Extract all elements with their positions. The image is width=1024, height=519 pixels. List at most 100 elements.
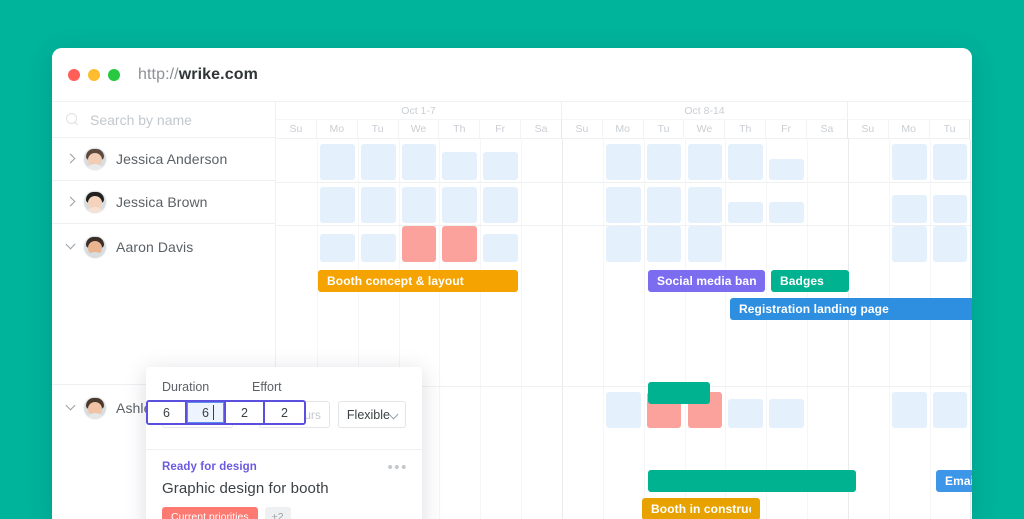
timeline-task-bar-label: Email copy [945,474,972,488]
workload-cell[interactable] [442,187,478,223]
workload-cell[interactable] [687,226,723,262]
browser-window: http://wrike.com Jessica Anderson [52,48,972,519]
grid-column-divider [602,139,604,519]
workload-cell[interactable] [932,195,968,223]
grid-column-divider [684,139,686,519]
timeline-task-bar[interactable] [648,382,710,404]
timeline-task-bar[interactable]: Booth concept & layout [318,270,518,292]
field-labels-row: Duration Effort [162,380,406,394]
workload-hours-editor[interactable]: 6622 [146,400,306,425]
workload-cell[interactable] [891,144,927,180]
grid-column-divider [439,139,441,519]
sidebar-item-jessica-anderson[interactable]: Jessica Anderson [52,138,276,181]
chevron-down-icon[interactable] [66,402,76,412]
day-header-cell: Fr [480,120,522,139]
workload-cell[interactable] [483,187,519,223]
workload-cell[interactable] [360,144,396,180]
workload-cell[interactable] [891,392,927,428]
grid-column-divider [480,139,482,519]
day-header-cell: Th [725,120,767,139]
search-input[interactable] [88,110,258,129]
grid-column-divider [561,139,563,519]
timeline-task-bar[interactable] [648,470,856,492]
timeline-task-bar[interactable]: Badges [771,270,849,292]
workload-cell[interactable] [646,144,682,180]
workload-hours-input[interactable]: 2 [226,402,265,423]
chevron-down-icon[interactable] [66,241,76,251]
workload-cell-overloaded[interactable] [401,226,437,262]
workload-cell[interactable] [442,152,478,180]
workload-cell[interactable] [932,392,968,428]
workload-hours-input[interactable]: 6 [187,402,226,423]
grid-column-divider [643,139,645,519]
workload-cell[interactable] [646,187,682,223]
grid-column-divider [929,139,931,519]
workload-cell[interactable] [483,152,519,180]
close-window-button[interactable] [68,69,80,81]
sidebar-item-aaron-davis[interactable]: Aaron Davis [52,224,276,385]
timeline-day-header: Su Mo Tu We Th Fr Sa Su Mo Tu We Th Fr Sa Su Mo Tu [276,120,972,139]
search-row[interactable] [52,102,275,138]
workload-cell[interactable] [769,202,805,223]
status-badge[interactable]: Ready for design [162,461,408,473]
workload-hours-input[interactable]: 6 [148,402,187,423]
maximize-window-button[interactable] [108,69,120,81]
workload-cell[interactable] [646,226,682,262]
workload-cell[interactable] [360,187,396,223]
day-header-cell: Su [276,120,317,139]
tag-row: Current priorities +2 [162,507,408,519]
chevron-right-icon[interactable] [66,197,76,207]
workload-cell[interactable] [401,144,437,180]
workload-cell[interactable] [401,187,437,223]
workload-cell[interactable] [319,144,355,180]
timeline-task-bar[interactable]: Booth in construction [642,498,760,519]
workload-cell[interactable] [769,159,805,180]
grid-column-divider [725,139,727,519]
workload-cell[interactable] [891,195,927,223]
sidebar-item-jessica-brown[interactable]: Jessica Brown [52,181,276,224]
workload-cell[interactable] [769,399,805,428]
timeline-task-bar-label: Booth in construction [651,502,751,516]
week-label: Oct 8-14 [562,102,848,120]
tag-more-count[interactable]: +2 [264,507,291,519]
timeline-task-bar-label: Badges [780,274,824,288]
workload-cell[interactable] [605,226,641,262]
workload-hours-input[interactable]: 2 [265,402,304,423]
day-header-cell: We [684,120,726,139]
timeline-task-bar[interactable]: Email copy [936,470,972,492]
grid-column-divider [766,139,768,519]
grid-column-divider [970,139,972,519]
workload-cell[interactable] [728,399,764,428]
day-header-cell: We [398,120,440,139]
grid-column-divider [521,139,523,519]
tag-current-priorities[interactable]: Current priorities [162,507,258,519]
day-header-cell: Mo [602,120,644,139]
minimize-window-button[interactable] [88,69,100,81]
workload-cell[interactable] [483,234,519,262]
workload-cell[interactable] [728,202,764,223]
grid-column-divider [847,139,849,519]
timeline-task-bar-label: Booth concept & layout [327,274,464,288]
workload-cell[interactable] [687,187,723,223]
schedule-mode-select[interactable]: Flexible [337,401,406,428]
workload-cell[interactable] [360,234,396,262]
workload-cell[interactable] [605,187,641,223]
search-icon [66,113,79,126]
timeline-task-bar[interactable]: Registration landing page [730,298,972,320]
workload-cell[interactable] [605,392,641,428]
url-bar[interactable]: http://wrike.com [138,63,258,87]
workload-cell-overloaded[interactable] [442,226,478,262]
workload-cell[interactable] [728,144,764,180]
task-title: Graphic design for booth [162,480,329,497]
workload-cell[interactable] [891,226,927,262]
workload-cell[interactable] [932,144,968,180]
workload-cell[interactable] [605,144,641,180]
workload-cell[interactable] [319,187,355,223]
workload-cell[interactable] [319,234,355,262]
grid-row-divider [276,182,972,183]
timeline-week-header: Oct 1-7 Oct 8-14 [276,102,972,120]
chevron-right-icon[interactable] [66,154,76,164]
workload-cell[interactable] [932,226,968,262]
timeline-task-bar[interactable]: Social media banners [648,270,765,292]
workload-cell[interactable] [687,144,723,180]
